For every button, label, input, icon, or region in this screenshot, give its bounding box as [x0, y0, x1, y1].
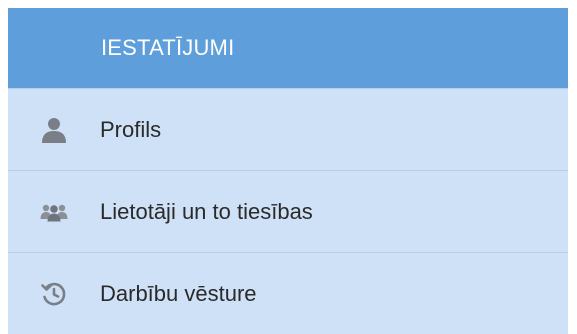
menu-item-activity-history[interactable]: Darbību vēsture [8, 252, 568, 334]
menu-item-users-permissions[interactable]: Lietotāji un to tiesības [8, 170, 568, 252]
menu-item-activity-history-label: Darbību vēsture [100, 280, 257, 306]
users-group-icon [8, 202, 100, 222]
menu-item-profile[interactable]: Profils [8, 88, 568, 170]
settings-panel: IESTATĪJUMI Profils Lietotāji un to ties… [8, 8, 568, 334]
user-icon [8, 117, 100, 143]
history-icon [8, 281, 100, 307]
settings-title: IESTATĪJUMI [101, 35, 235, 60]
menu-item-users-permissions-label: Lietotāji un to tiesības [100, 198, 313, 224]
settings-header: IESTATĪJUMI [8, 8, 568, 88]
menu-item-profile-label: Profils [100, 116, 162, 142]
